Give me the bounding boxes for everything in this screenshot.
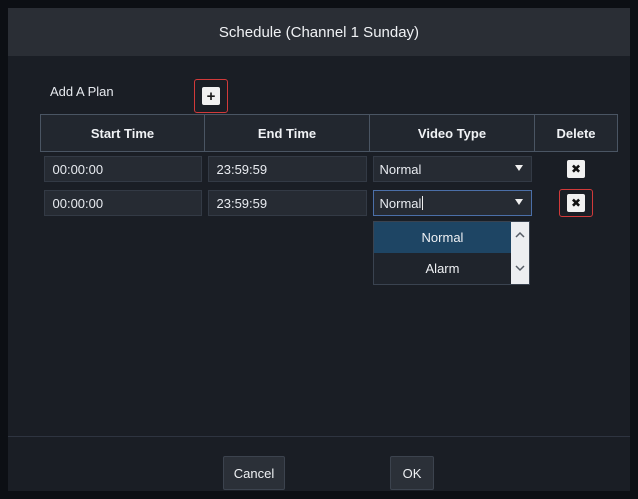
delete-highlight: ✖ — [559, 189, 593, 217]
dropdown-scrollbar[interactable] — [511, 222, 529, 284]
header-video-type: Video Type — [369, 114, 535, 152]
schedule-table: Start Time End Time Video Type Delete 00… — [40, 114, 618, 220]
table-row: 00:00:00 23:59:59 Normal ✖ — [40, 151, 618, 186]
cancel-button[interactable]: Cancel — [223, 456, 285, 490]
table-row: 00:00:00 23:59:59 Normal ✖ — [40, 186, 618, 220]
dialog-title: Schedule (Channel 1 Sunday) — [8, 8, 630, 56]
caret-down-icon — [514, 165, 523, 171]
video-type-value: Normal — [379, 161, 422, 177]
video-type-select[interactable]: Normal — [372, 156, 532, 182]
delete-button[interactable]: ✖ — [567, 194, 585, 212]
header-start-time: Start Time — [40, 114, 205, 152]
add-plan-button[interactable]: + — [202, 87, 220, 105]
close-icon: ✖ — [570, 196, 582, 210]
chevron-down-icon[interactable] — [514, 262, 526, 274]
chevron-up-icon[interactable] — [514, 229, 526, 241]
text-cursor — [422, 196, 424, 210]
video-type-select[interactable]: Normal — [372, 190, 532, 216]
start-time-field[interactable]: 00:00:00 — [43, 190, 202, 216]
start-time-field[interactable]: 00:00:00 — [43, 156, 202, 182]
video-type-dropdown: Normal Alarm — [373, 221, 530, 285]
footer-divider — [8, 436, 630, 437]
add-plan-highlight: + — [194, 79, 228, 113]
video-type-value: Normal — [379, 195, 422, 211]
schedule-dialog: Schedule (Channel 1 Sunday) Add A Plan +… — [8, 8, 630, 491]
ok-button[interactable]: OK — [390, 456, 434, 490]
dropdown-option-normal[interactable]: Normal — [374, 222, 511, 253]
header-delete: Delete — [534, 114, 618, 152]
dropdown-option-alarm[interactable]: Alarm — [374, 253, 511, 284]
end-time-field[interactable]: 23:59:59 — [207, 190, 367, 216]
delete-button[interactable]: ✖ — [567, 160, 585, 178]
add-plan-label: Add A Plan — [50, 84, 114, 99]
caret-down-icon — [514, 199, 523, 205]
header-end-time: End Time — [204, 114, 370, 152]
close-icon: ✖ — [570, 162, 582, 176]
plus-icon: + — [206, 87, 216, 105]
table-header-row: Start Time End Time Video Type Delete — [40, 114, 618, 152]
end-time-field[interactable]: 23:59:59 — [207, 156, 367, 182]
